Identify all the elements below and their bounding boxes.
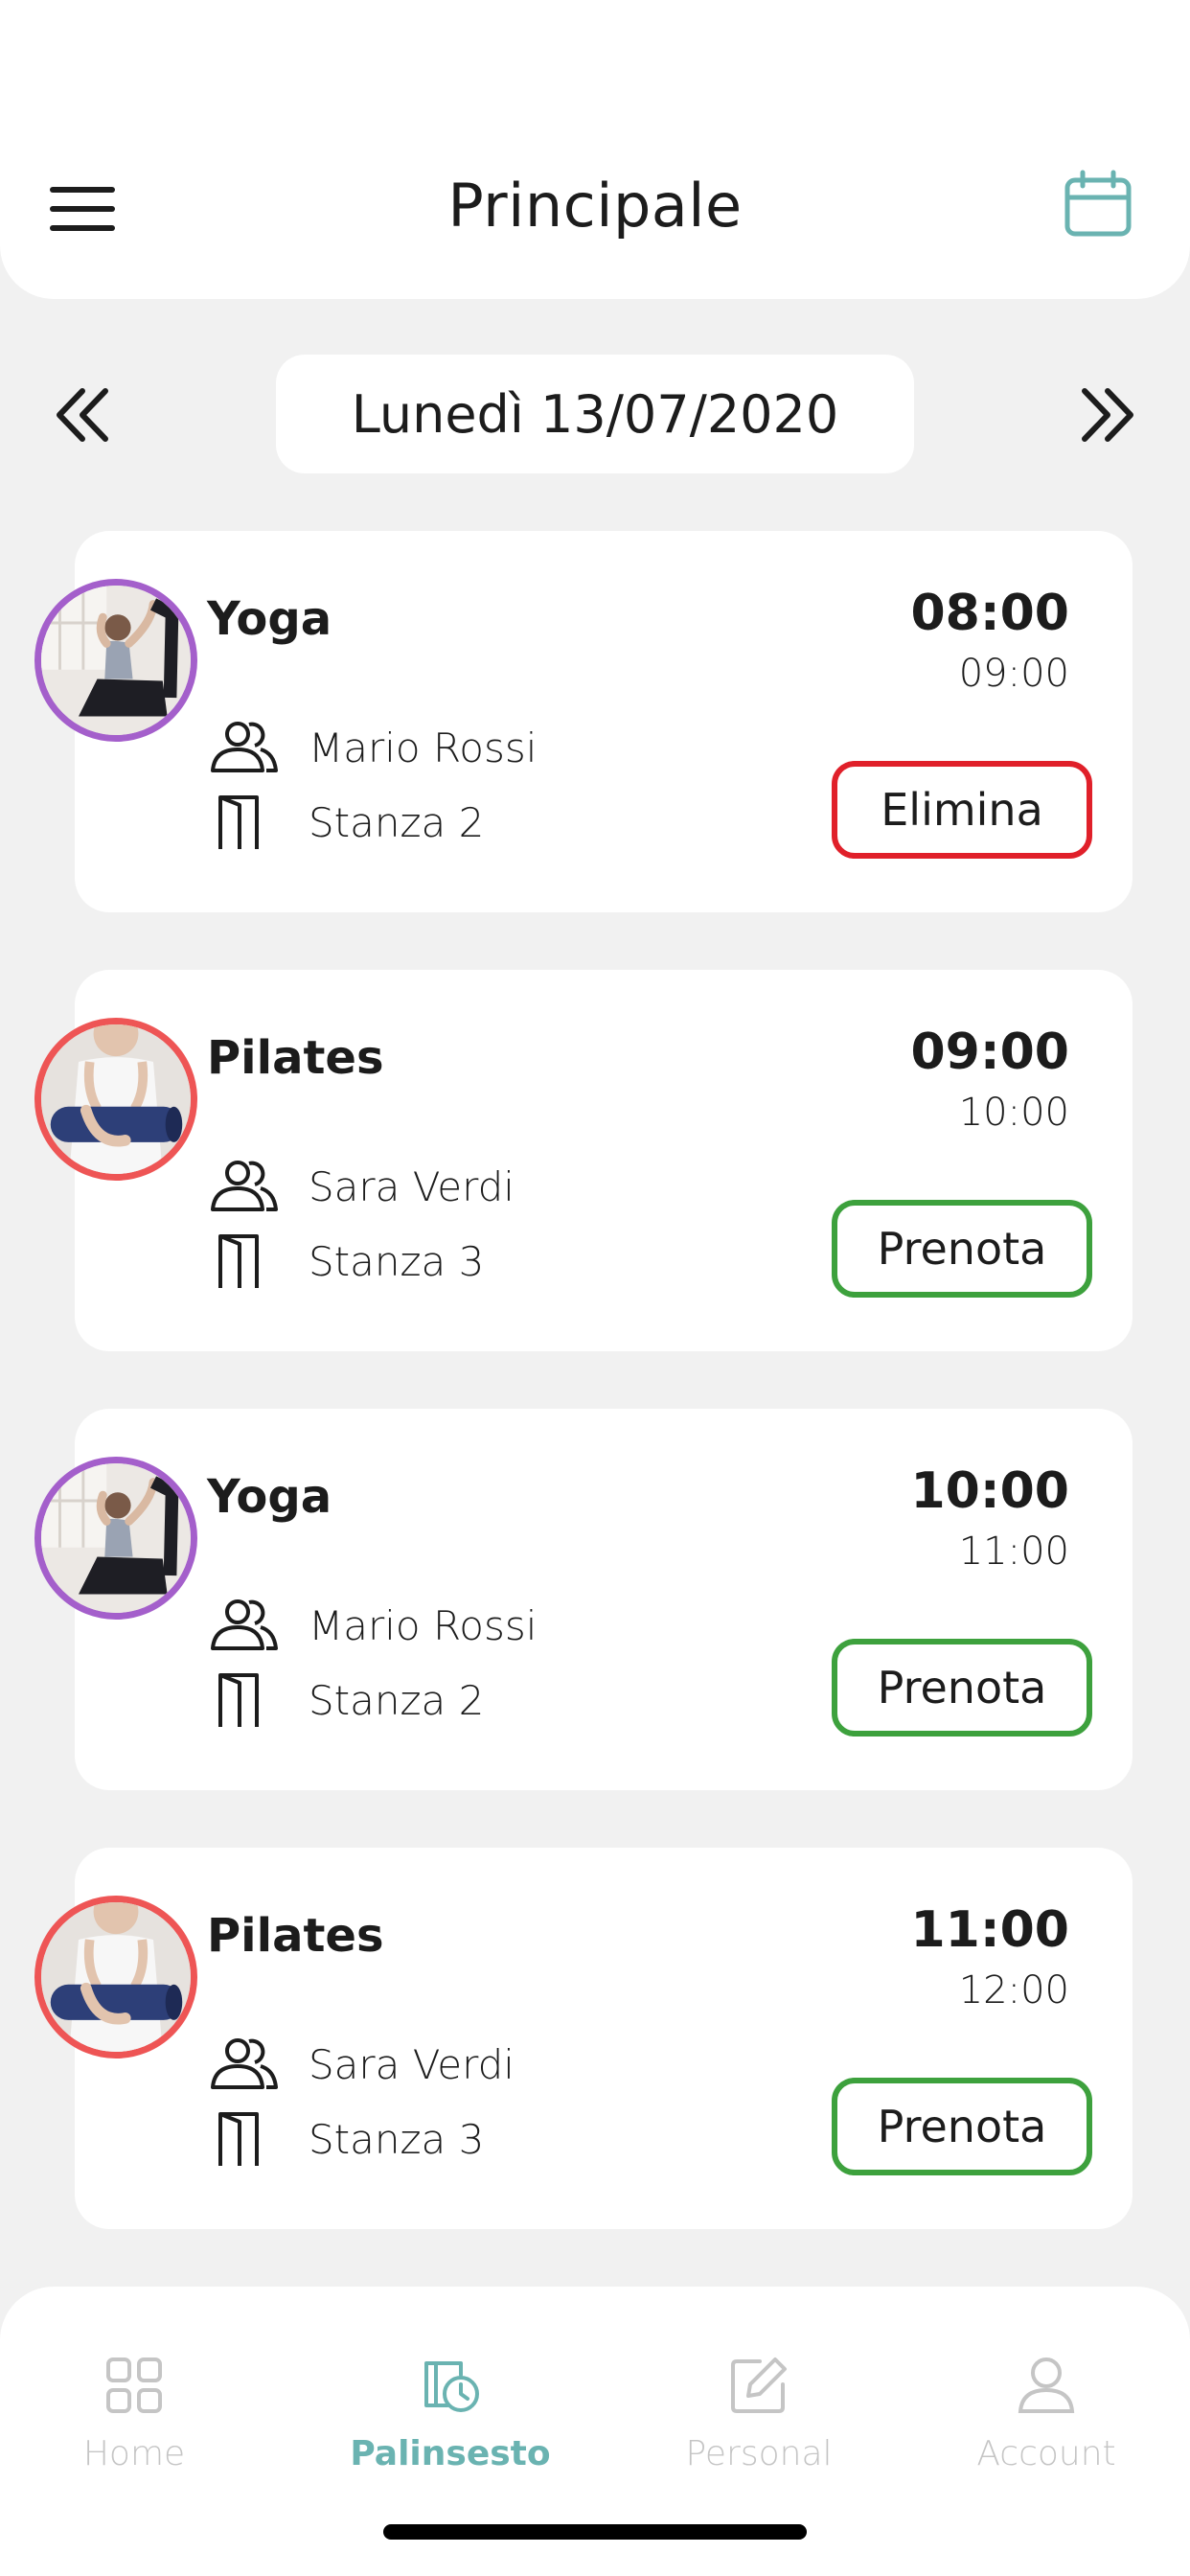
class-avatar	[34, 1896, 197, 2058]
room-name: Stanza 2	[309, 1676, 485, 1724]
room-name: Stanza 2	[309, 798, 485, 846]
tab-label: Home	[82, 2434, 186, 2473]
people-icon	[211, 722, 278, 772]
trainer-row: Sara Verdi	[207, 2034, 515, 2095]
class-card: Pilates 11:00 12:00 Sara Verdi Stanza 3 …	[34, 1848, 1133, 2229]
pilates-photo-icon	[41, 1024, 191, 1174]
end-time: 12:00	[958, 1968, 1069, 2012]
class-avatar	[34, 1457, 197, 1620]
trainer-name: Mario Rossi	[309, 1601, 538, 1649]
edit-icon	[731, 2358, 787, 2413]
end-time: 09:00	[958, 652, 1069, 696]
room-row: Stanza 3	[207, 1230, 484, 1292]
trainer-row: Mario Rossi	[207, 1595, 537, 1656]
tab-label: Personal	[685, 2434, 833, 2473]
start-time: 11:00	[910, 1901, 1069, 1959]
pilates-photo-icon	[41, 1902, 191, 2052]
schedule-icon	[424, 2361, 479, 2412]
calendar-button[interactable]	[1062, 169, 1134, 242]
book-button[interactable]: Prenota	[832, 1200, 1092, 1298]
class-title: Pilates	[207, 1909, 384, 1963]
class-title: Yoga	[207, 1470, 332, 1524]
trainer-name: Sara Verdi	[309, 2040, 515, 2088]
room-icon	[218, 2112, 259, 2166]
room-row: Stanza 3	[207, 2108, 484, 2170]
calendar-icon	[1064, 170, 1132, 237]
date-selector[interactable]: Lunedì 13/07/2020	[276, 355, 914, 473]
user-icon	[1018, 2358, 1075, 2413]
class-avatar	[34, 579, 197, 742]
trainer-row: Sara Verdi	[207, 1156, 515, 1217]
tab-label: Account	[976, 2434, 1116, 2473]
class-card: Yoga 10:00 11:00 Mario Rossi Stanza 2 Pr…	[34, 1409, 1133, 1790]
book-button[interactable]: Prenota	[832, 2078, 1092, 2175]
room-icon	[218, 795, 259, 849]
trainer-name: Mario Rossi	[309, 724, 538, 771]
start-time: 08:00	[910, 585, 1069, 642]
room-icon	[218, 1234, 259, 1288]
room-name: Stanza 3	[309, 1237, 485, 1285]
start-time: 09:00	[910, 1024, 1069, 1081]
top-app-bar: Principale	[0, 0, 1190, 299]
tab-label: Palinsesto	[350, 2434, 551, 2473]
double-chevron-left-icon	[57, 388, 108, 442]
previous-day-button[interactable]	[50, 381, 117, 448]
home-indicator	[383, 2524, 807, 2540]
yoga-photo-icon	[41, 586, 191, 735]
start-time: 10:00	[910, 1462, 1069, 1520]
people-icon	[211, 1161, 278, 1211]
room-name: Stanza 3	[309, 2115, 485, 2163]
room-row: Stanza 2	[207, 1669, 484, 1731]
tab-palinsesto[interactable]: Palinsesto	[326, 2354, 575, 2473]
trainer-row: Mario Rossi	[207, 717, 537, 778]
yoga-photo-icon	[41, 1463, 191, 1613]
people-icon	[211, 2038, 278, 2089]
delete-booking-button[interactable]: Elimina	[832, 761, 1092, 859]
end-time: 10:00	[958, 1091, 1069, 1135]
room-icon	[218, 1673, 259, 1727]
tab-account[interactable]: Account	[922, 2354, 1171, 2473]
grid-icon	[106, 2358, 162, 2413]
trainer-name: Sara Verdi	[309, 1162, 515, 1210]
double-chevron-right-icon	[1082, 388, 1133, 442]
end-time: 11:00	[958, 1530, 1069, 1574]
tab-personal[interactable]: Personal	[634, 2354, 883, 2473]
class-title: Yoga	[207, 592, 332, 646]
class-avatar	[34, 1018, 197, 1181]
class-card: Yoga 08:00 09:00 Mario Rossi Stanza 2 El…	[34, 531, 1133, 912]
page-title: Principale	[447, 171, 743, 241]
people-icon	[211, 1599, 278, 1650]
room-row: Stanza 2	[207, 792, 484, 853]
tab-home[interactable]: Home	[10, 2354, 259, 2473]
next-day-button[interactable]	[1073, 381, 1140, 448]
class-title: Pilates	[207, 1031, 384, 1085]
class-card: Pilates 09:00 10:00 Sara Verdi Stanza 3 …	[34, 970, 1133, 1351]
book-button[interactable]: Prenota	[832, 1639, 1092, 1736]
